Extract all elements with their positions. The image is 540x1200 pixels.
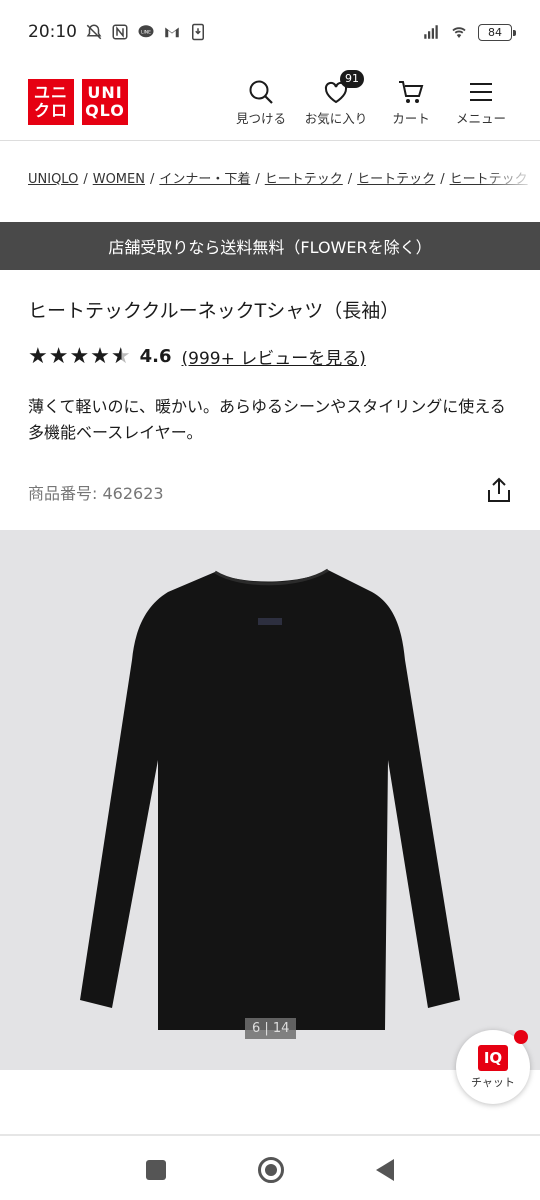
breadcrumb-innerwear[interactable]: インナー・下着 (159, 172, 250, 187)
menu-button[interactable]: メニュー (450, 78, 512, 127)
mute-bell-icon (86, 24, 102, 40)
favorites-count-badge: 91 (340, 69, 364, 88)
chat-notification-dot (514, 1030, 528, 1044)
system-icons: 84 (422, 23, 516, 41)
breadcrumb-uniqlo[interactable]: UNIQLO (28, 172, 78, 187)
rating-row: ★★★★★ 4.6 (999+ レビューを見る) (28, 344, 366, 369)
share-button[interactable] (486, 476, 512, 508)
product-image (80, 568, 460, 1030)
logo-line-1: ユニ (33, 83, 68, 102)
wifi-icon (452, 27, 466, 38)
logo-line-2: クロ (33, 101, 68, 120)
half-star-icon: ★ (110, 344, 132, 369)
logo-katakana: ユニ クロ (28, 79, 74, 125)
product-code-label: 商品番号: (28, 484, 98, 503)
shipping-promo-banner[interactable]: 店舗受取りなら送料無料（FLOWERを除く） (0, 222, 540, 270)
favorites-button[interactable]: 91 お気に入り (300, 69, 372, 127)
rating-stars: ★★★★★ (28, 344, 132, 369)
battery-level: 84 (488, 25, 502, 39)
site-header: ユニ クロ UNI QLO 見つける 91 お気に入り カート メニュー (0, 64, 540, 141)
cart-icon (399, 80, 424, 103)
product-code-row: 商品番号: 462623 (28, 476, 512, 508)
product-image-carousel[interactable]: 6 | 14 (0, 530, 540, 1070)
iq-logo-icon: IQ (478, 1044, 508, 1071)
menu-label: メニュー (455, 110, 506, 126)
uniqlo-logo[interactable]: ユニ クロ UNI QLO (28, 79, 128, 125)
hamburger-icon (470, 82, 492, 101)
search-button[interactable]: 見つける (230, 78, 292, 127)
chat-label: チャット (471, 1075, 515, 1089)
reviews-link[interactable]: (999+ レビューを見る) (182, 344, 366, 369)
image-counter: 6 | 14 (245, 1018, 297, 1039)
recent-apps-icon[interactable] (146, 1160, 166, 1180)
breadcrumb-heattech-sub[interactable]: ヒートテック (357, 172, 435, 187)
search-icon (249, 80, 273, 104)
status-time: 20:10 (28, 22, 77, 42)
download-icon (192, 23, 204, 41)
home-icon[interactable] (258, 1157, 284, 1183)
product-description: 薄くて軽いのに、暖かい。あらゆるシーンやスタイリングに使える多機能ベースレイヤー… (28, 397, 506, 442)
chat-button[interactable]: IQ チャット (456, 1030, 530, 1104)
rating-value: 4.6 (139, 346, 172, 367)
line-icon: LINE (138, 25, 154, 38)
breadcrumb-women[interactable]: WOMEN (93, 172, 145, 187)
back-icon[interactable] (376, 1159, 394, 1181)
svg-text:LINE: LINE (141, 30, 151, 36)
gmail-icon (165, 27, 179, 38)
logo-line-3: UNI (87, 83, 123, 102)
product-title: ヒートテッククルーネックTシャツ（長袖） (28, 300, 400, 322)
search-label: 見つける (235, 110, 286, 126)
header-nav: 見つける 91 お気に入り カート メニュー (230, 69, 512, 127)
favorites-label: お気に入り (304, 110, 368, 126)
product-code: 商品番号: 462623 (28, 480, 164, 504)
product-code-value: 462623 (102, 484, 164, 503)
cart-button[interactable]: カート (380, 78, 442, 127)
breadcrumb-heattech[interactable]: ヒートテック (265, 172, 343, 187)
breadcrumb: UNIQLO/WOMEN/インナー・下着/ヒートテック/ヒートテック/ヒートテッ… (28, 168, 540, 187)
status-bar: 20:10 LINE 84 (0, 0, 540, 64)
cart-label: カート (392, 110, 430, 126)
share-icon (488, 477, 510, 502)
notification-icons: LINE (85, 23, 207, 41)
battery-indicator: 84 (478, 23, 516, 41)
bottom-divider (0, 1134, 540, 1136)
nfc-icon (112, 24, 128, 40)
logo-latin: UNI QLO (82, 79, 128, 125)
logo-line-4: QLO (85, 101, 125, 120)
signal-icon (424, 25, 438, 39)
system-navigation-bar (0, 1140, 540, 1200)
